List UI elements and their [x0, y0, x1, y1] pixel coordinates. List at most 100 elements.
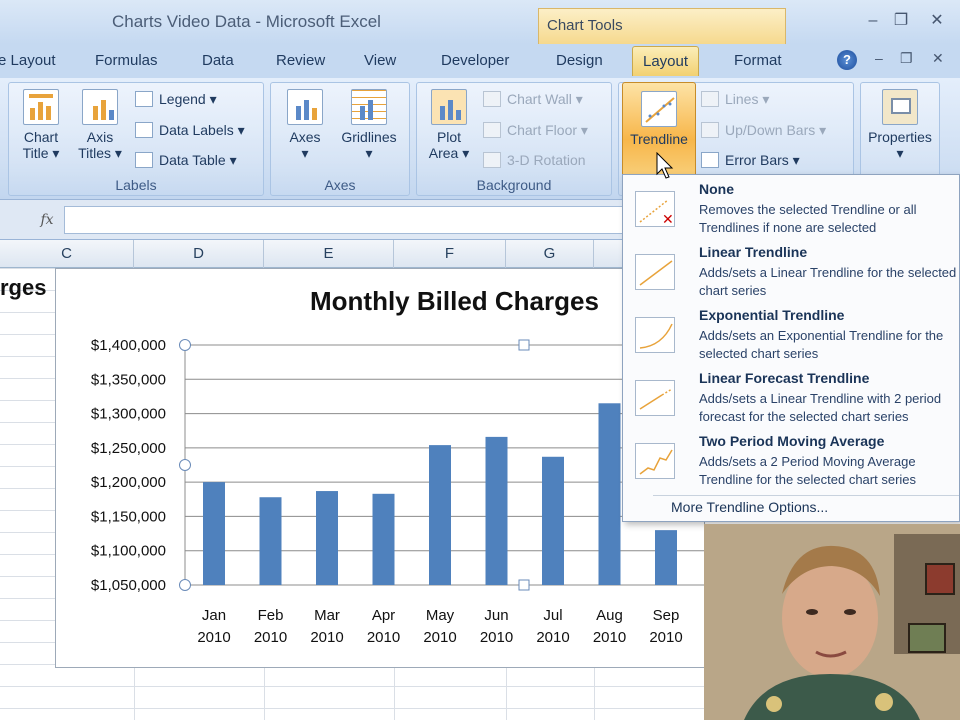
linear-trendline-icon [635, 254, 675, 290]
menu-item-linear-forecast-desc: Adds/sets a Linear Trendline with 2 peri… [699, 391, 942, 424]
chart-title-button[interactable]: Chart Title ▾ [19, 89, 63, 162]
x-tick-label: 2010 [423, 629, 456, 646]
gridlines-icon [351, 89, 387, 125]
legend-label: Legend ▾ [159, 91, 217, 107]
updown-bars-button[interactable]: Up/Down Bars ▾ [701, 122, 826, 139]
properties-icon [882, 89, 918, 125]
menu-item-linear-title: Linear Trendline [699, 244, 808, 260]
bar [542, 456, 564, 585]
labels-group-label: Labels [115, 177, 157, 193]
data-table-button[interactable]: Data Table ▾ [135, 152, 237, 169]
updown-bars-icon [701, 122, 719, 138]
minimize-button[interactable]: – [862, 10, 884, 32]
x-tick-label: 2010 [197, 629, 230, 646]
menu-item-linear-forecast-title: Linear Forecast Trendline [699, 370, 870, 386]
tab-view[interactable]: View [364, 52, 396, 69]
axis-titles-line1: Axis [86, 129, 114, 145]
menu-item-exponential[interactable]: Exponential Trendline Adds/sets an Expon… [623, 305, 960, 367]
y-tick-label: $1,300,000 [91, 406, 166, 423]
doc-minimize-button[interactable]: – [875, 50, 883, 66]
chart-plot[interactable]: $1,050,000 $1,100,000 $1,150,000 $1,200,000… [0, 268, 705, 668]
chart-wall-icon [483, 91, 501, 107]
column-header-g[interactable]: G [506, 240, 594, 268]
menu-item-moving-average[interactable]: Two Period Moving Average Adds/sets a 2 … [623, 431, 960, 493]
tab-data[interactable]: Data [202, 52, 234, 69]
maximize-button[interactable]: ❐ [890, 10, 912, 32]
tab-developer[interactable]: Developer [441, 52, 509, 69]
properties-line2: ▾ [896, 145, 904, 161]
3d-rotation-button[interactable]: 3-D Rotation [483, 152, 586, 168]
doc-close-button[interactable]: ✕ [932, 50, 944, 67]
menu-item-none[interactable]: ✕ None Removes the selected Trendline or… [623, 179, 960, 241]
menu-item-exponential-desc: Adds/sets an Exponential Trendline for t… [699, 328, 944, 361]
window-title: Charts Video Data - Microsoft Excel [112, 12, 381, 31]
bar [485, 436, 508, 585]
x-tick-label: May [426, 607, 455, 624]
3d-rotation-icon [483, 152, 501, 168]
lines-icon [701, 91, 719, 107]
axes-button[interactable]: Axes ▾ [283, 89, 327, 162]
tab-review[interactable]: Review [276, 52, 325, 69]
help-icon[interactable]: ? [837, 50, 857, 70]
labels-group: Chart Title ▾ Axis Titles ▾ Legend ▾ Dat… [8, 82, 264, 196]
error-bars-button[interactable]: Error Bars ▾ [701, 152, 800, 169]
data-labels-label: Data Labels ▾ [159, 122, 245, 138]
column-header-c[interactable]: C [0, 240, 134, 268]
lines-button[interactable]: Lines ▾ [701, 91, 769, 108]
tab-design[interactable]: Design [556, 52, 603, 69]
updown-bars-label: Up/Down Bars ▾ [725, 122, 827, 138]
menu-item-moving-average-title: Two Period Moving Average [699, 433, 885, 449]
presenter-image [704, 524, 960, 720]
trendline-menu: ✕ None Removes the selected Trendline or… [622, 174, 960, 522]
menu-item-linear-desc: Adds/sets a Linear Trendline for the sel… [699, 265, 957, 298]
more-trendline-options[interactable]: More Trendline Options... [671, 499, 828, 515]
tab-page-layout[interactable]: e Layout [0, 52, 56, 69]
tab-layout[interactable]: Layout [632, 46, 700, 76]
x-tick-label: 2010 [310, 629, 343, 646]
tab-formulas[interactable]: Formulas [95, 52, 158, 69]
x-tick-label: Apr [372, 607, 395, 624]
trendline-label: Trendline [630, 131, 688, 147]
data-labels-button[interactable]: Data Labels ▾ [135, 122, 245, 139]
bar [316, 491, 338, 585]
error-bars-label: Error Bars ▾ [725, 152, 800, 168]
x-tick-label: Jan [202, 607, 226, 624]
error-bars-icon [701, 152, 719, 168]
axes-icon [287, 89, 323, 125]
menu-item-none-title: None [699, 181, 734, 197]
data-labels-icon [135, 122, 153, 138]
bar [259, 497, 282, 585]
column-header-d[interactable]: D [134, 240, 264, 268]
moving-average-icon [635, 443, 675, 479]
menu-item-linear[interactable]: Linear Trendline Adds/sets a Linear Tren… [623, 242, 960, 304]
chart-wall-button[interactable]: Chart Wall ▾ [483, 91, 583, 108]
chart-floor-icon [483, 122, 501, 138]
doc-restore-button[interactable]: ❐ [900, 50, 913, 67]
trendline-icon [641, 91, 677, 127]
exponential-trendline-icon [635, 317, 675, 353]
chart-title-line1: Chart [23, 129, 59, 145]
close-button[interactable]: ✕ [926, 10, 948, 32]
fx-icon[interactable]: fx [34, 208, 60, 232]
x-tick-label: 2010 [254, 629, 287, 646]
axis-titles-button[interactable]: Axis Titles ▾ [75, 89, 125, 162]
column-header-f[interactable]: F [394, 240, 506, 268]
gridlines-button[interactable]: Gridlines ▾ [335, 89, 403, 162]
plot-area-line2: Area ▾ [428, 145, 470, 161]
linear-forecast-icon [635, 380, 675, 416]
legend-button[interactable]: Legend ▾ [135, 91, 217, 108]
chart-floor-button[interactable]: Chart Floor ▾ [483, 122, 588, 139]
x-tick-label: Mar [314, 607, 340, 624]
menu-item-none-desc: Removes the selected Trendline or all Tr… [699, 202, 917, 235]
plot-area-button[interactable]: Plot Area ▾ [427, 89, 471, 162]
y-tick-label: $1,100,000 [91, 543, 166, 560]
axis-titles-icon [82, 89, 118, 125]
properties-button[interactable]: Properties ▾ [861, 89, 939, 162]
chart-title-icon [23, 89, 59, 125]
menu-item-moving-average-desc: Adds/sets a 2 Period Moving Average Tren… [699, 454, 917, 487]
tab-format[interactable]: Format [734, 52, 782, 69]
data-table-icon [135, 152, 153, 168]
menu-item-linear-forecast[interactable]: Linear Forecast Trendline Adds/sets a Li… [623, 368, 960, 430]
bar [598, 403, 621, 585]
column-header-e[interactable]: E [264, 240, 394, 268]
